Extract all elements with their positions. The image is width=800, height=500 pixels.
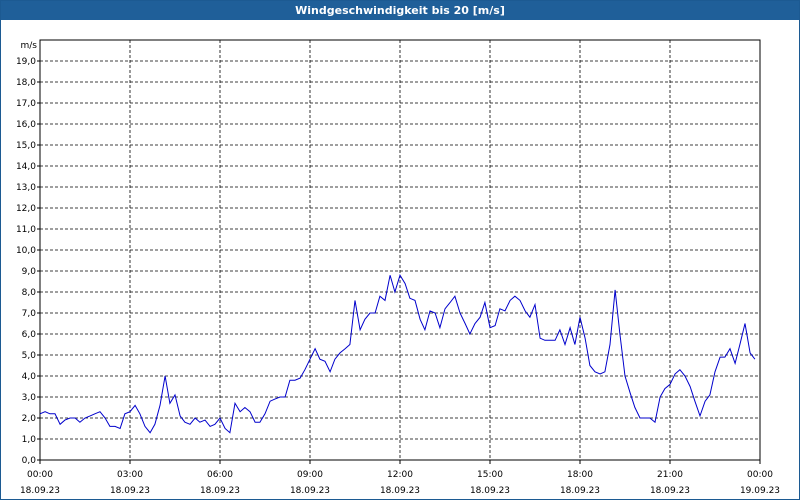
x-tick-date-label: 18.09.23 [470,486,510,496]
y-tick-label: 13,0 [16,183,36,193]
x-tick-date-label: 18.09.23 [20,486,60,496]
y-tick-label: 8,0 [22,288,37,298]
x-tick-time-label: 06:00 [207,470,233,480]
x-tick-time-label: 03:00 [117,470,143,480]
x-tick-date-label: 18.09.23 [200,486,240,496]
y-tick-label: 16,0 [16,120,36,130]
x-tick-date-label: 18.09.23 [290,486,330,496]
y-tick-label: 17,0 [16,99,36,109]
x-axis-ticks: 00:00 18.09.23 03:00 18.09.23 06:00 18.09.23 0… [20,460,780,496]
y-tick-label: 18,0 [16,78,36,88]
x-tick-date-label: 18.09.23 [650,486,690,496]
x-tick-date-label: 18.09.23 [560,486,600,496]
y-tick-label: 0,0 [22,456,37,466]
wind-speed-chart: 0,0 1,0 2,0 3,0 4,0 5,0 6,0 7,0 8,0 9,0 10,0 11,0 12… [16,39,780,496]
window-title: Windgeschwindigkeit bis 20 [m/s] [1,1,799,20]
x-tick-date-label: 18.09.23 [110,486,150,496]
y-tick-label: 14,0 [16,162,36,172]
y-tick-label: 15,0 [16,141,36,151]
y-tick-label: 6,0 [22,330,37,340]
y-tick-label: 7,0 [22,309,37,319]
x-tick-time-label: 18:00 [567,470,593,480]
x-tick-time-label: 12:00 [387,470,413,480]
y-tick-label: 9,0 [22,267,37,277]
x-tick-date-label: 19.09.23 [740,486,780,496]
y-tick-label: 4,0 [22,372,37,382]
y-tick-label: 10,0 [16,246,36,256]
y-tick-label: 3,0 [22,393,37,403]
y-axis-ticks: 0,0 1,0 2,0 3,0 4,0 5,0 6,0 7,0 8,0 9,0 10,0 11,0 12… [16,57,40,466]
x-tick-date-label: 18.09.23 [380,486,420,496]
y-tick-label: 1,0 [22,435,37,445]
y-tick-label: 5,0 [22,351,37,361]
y-axis-unit: m/s [21,41,38,51]
y-tick-label: 19,0 [16,57,36,67]
y-tick-label: 12,0 [16,204,36,214]
y-tick-label: 2,0 [22,414,37,424]
x-tick-time-label: 15:00 [477,470,503,480]
x-tick-time-label: 09:00 [297,470,323,480]
y-tick-label: 11,0 [16,225,36,235]
x-tick-time-label: 00:00 [747,470,773,480]
x-tick-time-label: 00:00 [27,470,53,480]
x-tick-time-label: 21:00 [657,470,683,480]
grid-lines [40,40,760,460]
